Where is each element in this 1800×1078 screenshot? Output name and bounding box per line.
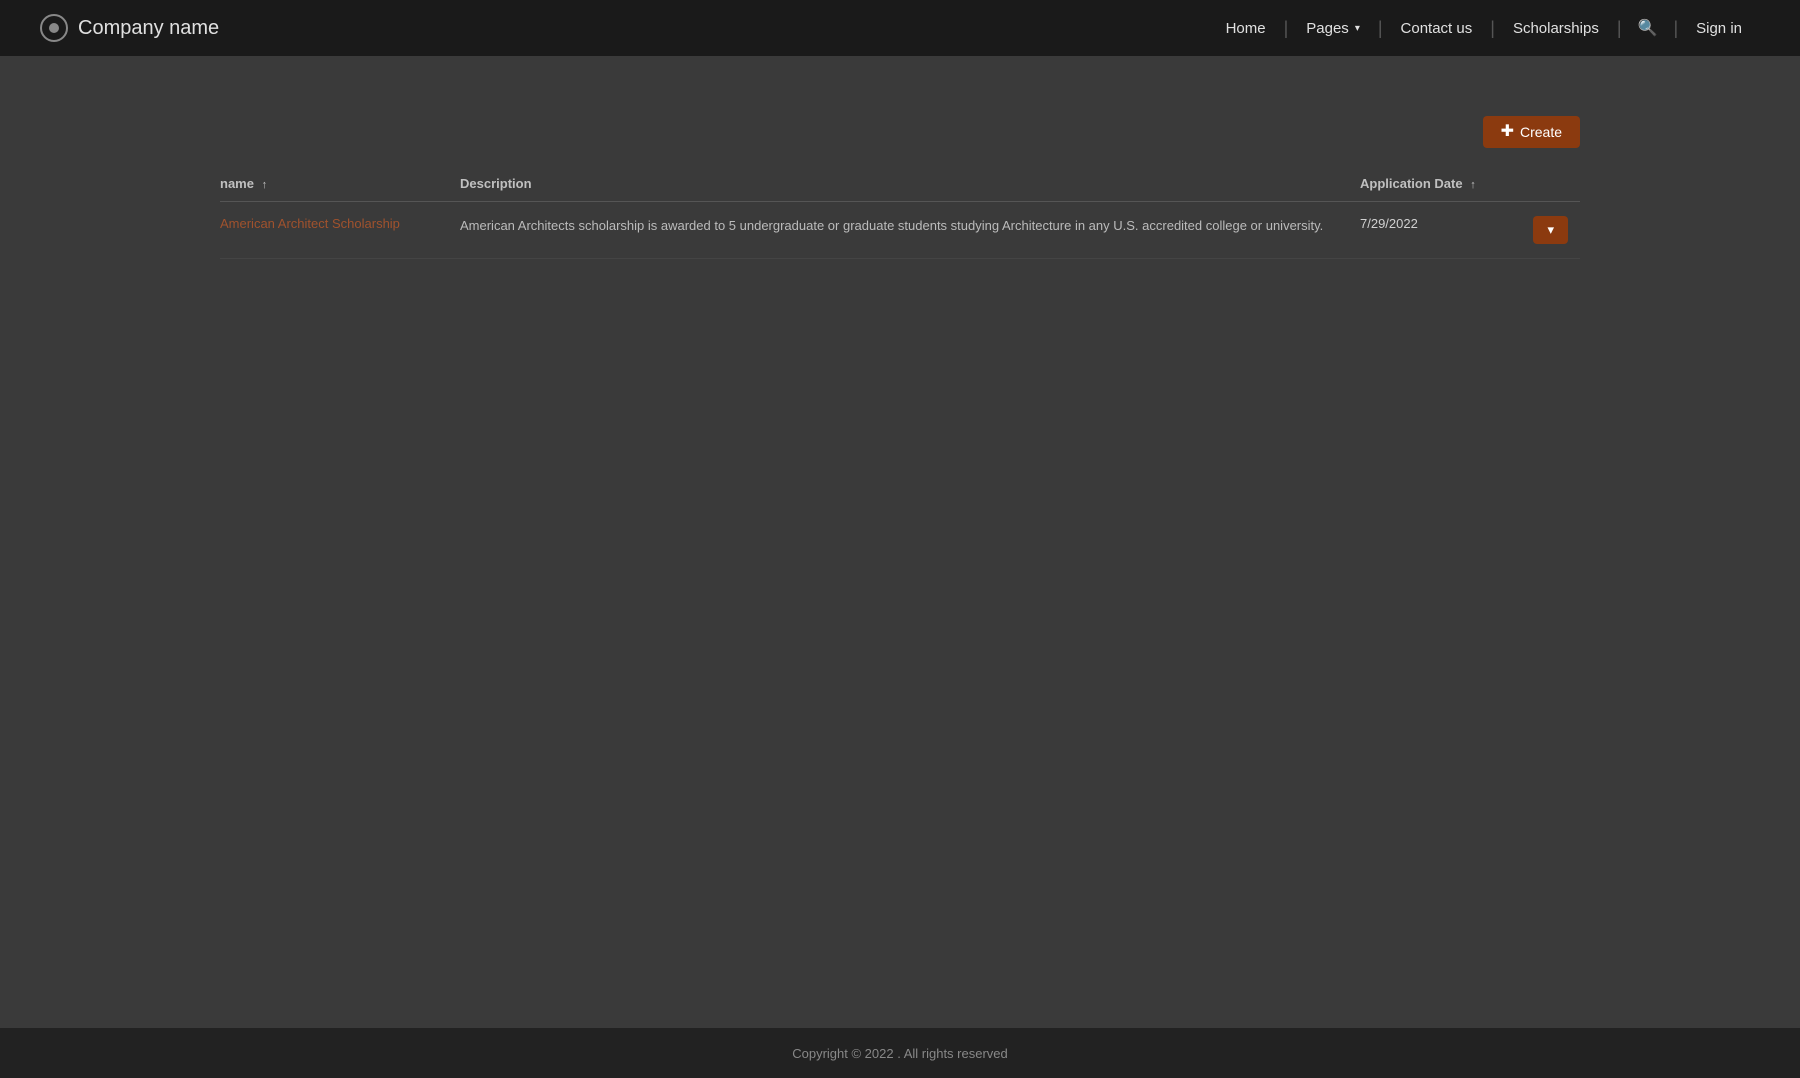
- col-header-date: Application Date ↑: [1360, 168, 1520, 202]
- brand-name: Company name: [78, 17, 219, 40]
- col-description-cell: American Architects scholarship is award…: [460, 202, 1360, 259]
- plus-icon: ✚: [1501, 124, 1514, 140]
- search-icon: 🔍: [1638, 18, 1658, 38]
- create-button[interactable]: ✚ Create: [1483, 116, 1580, 148]
- nav-scholarships[interactable]: Scholarships: [1495, 0, 1617, 56]
- table-body: American Architect Scholarship American A…: [220, 202, 1580, 259]
- nav-signin[interactable]: Sign in: [1678, 0, 1760, 56]
- scholarship-name-link[interactable]: American Architect Scholarship: [220, 216, 400, 231]
- table-row: American Architect Scholarship American A…: [220, 202, 1580, 259]
- nav-contact[interactable]: Contact us: [1383, 0, 1491, 56]
- scholarships-table: name ↑ Description Application Date ↑ Am…: [220, 168, 1580, 259]
- brand-icon: [40, 14, 68, 42]
- col-actions-cell: ▾: [1520, 202, 1580, 259]
- col-name-cell: American Architect Scholarship: [220, 202, 460, 259]
- brand-logo[interactable]: Company name: [40, 14, 219, 42]
- nav-pages[interactable]: Pages ▾: [1288, 0, 1378, 56]
- col-header-name: name ↑: [220, 168, 460, 202]
- footer-copyright: Copyright © 2022 . All rights reserved: [792, 1046, 1008, 1061]
- col-header-actions: [1520, 168, 1580, 202]
- row-action-button[interactable]: ▾: [1533, 216, 1568, 244]
- footer: Copyright © 2022 . All rights reserved: [0, 1028, 1800, 1078]
- sort-arrow-name: ↑: [262, 179, 268, 191]
- main-content: ✚ Create name ↑ Description Application …: [0, 56, 1800, 1028]
- sort-arrow-date: ↑: [1470, 179, 1476, 191]
- nav-home[interactable]: Home: [1208, 0, 1284, 56]
- scholarship-description: American Architects scholarship is award…: [460, 218, 1323, 233]
- toolbar: ✚ Create: [220, 116, 1580, 148]
- col-header-description: Description: [460, 168, 1360, 202]
- table-header: name ↑ Description Application Date ↑: [220, 168, 1580, 202]
- nav-links: Home | Pages ▾ | Contact us | Scholarshi…: [1208, 0, 1760, 56]
- application-date: 7/29/2022: [1360, 216, 1418, 231]
- navbar: Company name Home | Pages ▾ | Contact us…: [0, 0, 1800, 56]
- search-button[interactable]: 🔍: [1622, 0, 1674, 56]
- chevron-down-icon: ▾: [1355, 23, 1360, 34]
- col-date-cell: 7/29/2022: [1360, 202, 1520, 259]
